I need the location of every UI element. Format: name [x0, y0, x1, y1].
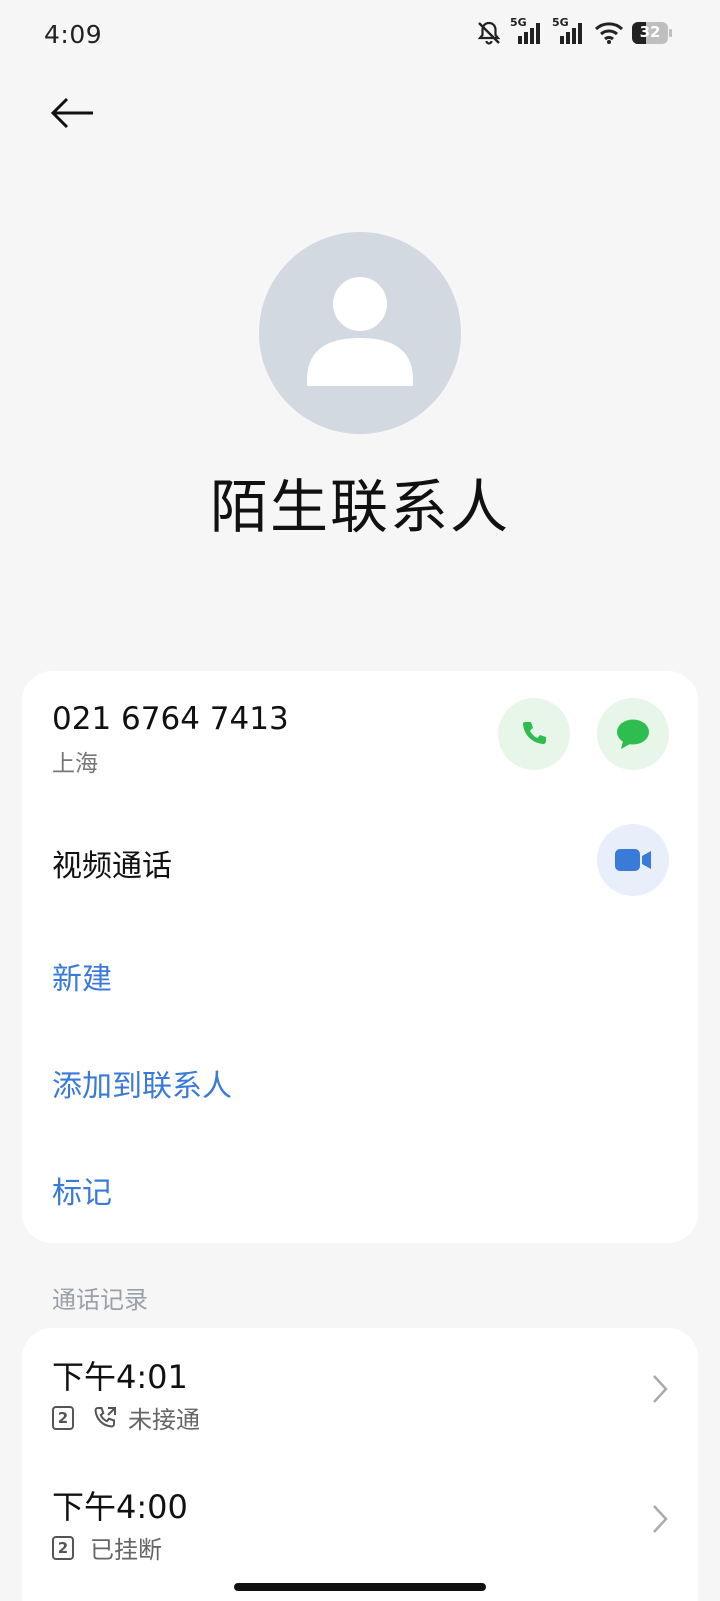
phone-number-row[interactable]: 021 6764 7413 上海 [22, 671, 462, 791]
back-button[interactable] [44, 88, 100, 138]
outgoing-call-icon [94, 1406, 116, 1428]
call-status: 未接通 [128, 1406, 200, 1434]
call-meta: 2 已挂断 [52, 1530, 162, 1565]
call-log-title: 通话记录 [52, 1286, 148, 1314]
video-call-button[interactable] [597, 824, 669, 896]
phone-location: 上海 [52, 751, 98, 777]
contact-name: 陌生联系人 [209, 473, 510, 541]
sim-card-icon: 2 [52, 1405, 74, 1430]
wifi-icon [594, 22, 624, 44]
arrow-left-icon [50, 97, 93, 129]
call-log-card: 下午4:01 2 未接通 下午4:00 2 已挂断 [22, 1328, 698, 1601]
battery-icon: 32 [632, 22, 672, 44]
call-log-entry[interactable]: 下午4:01 2 未接通 [22, 1352, 698, 1472]
message-button[interactable] [597, 698, 669, 770]
contact-details-card: 021 6764 7413 上海 视频通话 新建 添加到联系人 标记 [22, 671, 698, 1243]
call-time: 下午4:01 [52, 1358, 188, 1396]
message-icon [617, 719, 649, 749]
add-to-contacts-button[interactable]: 添加到联系人 [52, 1061, 232, 1105]
sim-card-icon: 2 [52, 1535, 74, 1560]
status-icons: 5G 5G 32 [476, 16, 672, 46]
home-indicator[interactable] [234, 1583, 486, 1591]
phone-number: 021 6764 7413 [52, 701, 289, 737]
battery-level: 32 [639, 23, 661, 41]
call-button[interactable] [498, 698, 570, 770]
chevron-right-icon [653, 1375, 668, 1403]
video-camera-icon [615, 849, 651, 871]
bell-muted-icon [477, 21, 501, 45]
avatar [259, 232, 461, 434]
status-time: 4:09 [44, 20, 103, 49]
mark-number-button[interactable]: 标记 [52, 1168, 112, 1212]
phone-icon [523, 722, 546, 744]
chevron-right-icon [653, 1505, 668, 1533]
signal-5g-icon-2: 5G [552, 16, 586, 46]
call-status: 已挂断 [90, 1536, 162, 1564]
new-contact-button[interactable]: 新建 [52, 954, 112, 998]
video-call-label: 视频通话 [52, 849, 172, 884]
call-time: 下午4:00 [52, 1488, 188, 1526]
call-meta: 2 未接通 [52, 1400, 200, 1435]
person-icon [307, 277, 413, 386]
status-bar: 4:09 5G 5G 32 [0, 0, 720, 70]
signal-5g-icon-1: 5G [510, 16, 544, 46]
